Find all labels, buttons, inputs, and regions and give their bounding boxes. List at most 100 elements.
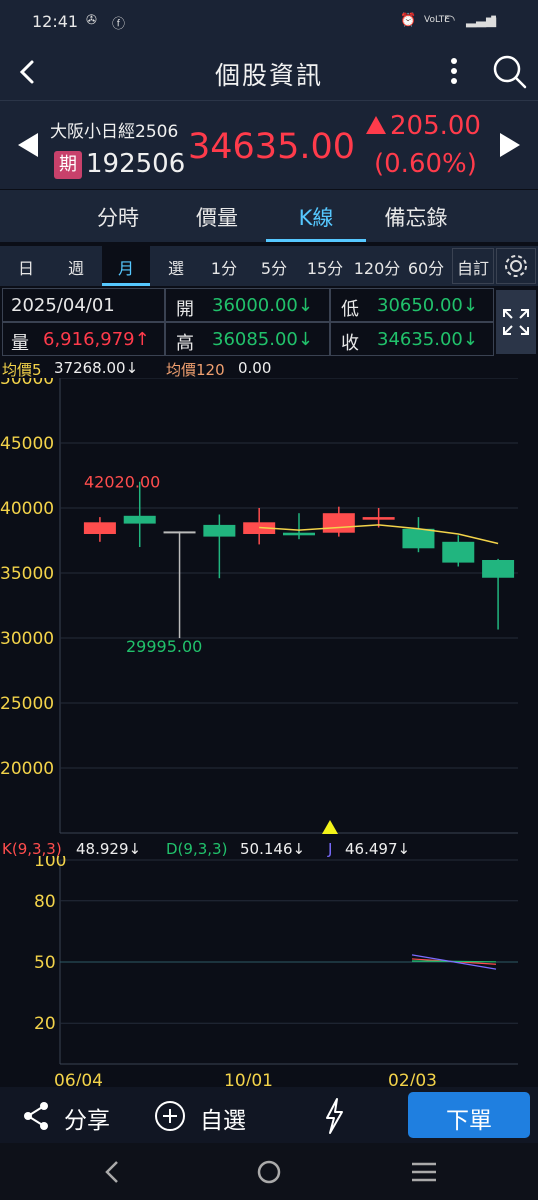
y-tick-label: 50000 xyxy=(0,378,54,389)
open-value: 36000.00↓ xyxy=(212,295,313,316)
period-5min[interactable]: 5分 xyxy=(254,255,294,279)
x-tick-label: 06/04 xyxy=(54,1071,103,1086)
y-tick-label: 80 xyxy=(34,892,56,912)
quote-panel: 大阪小日經2506 期 192506 34635.00 205.00 (0.60… xyxy=(0,101,538,189)
y-tick-label: 20 xyxy=(34,1014,56,1034)
info-open-cell: 開 36000.00↓ xyxy=(165,288,330,322)
app-header: 個股資訊 xyxy=(0,44,538,101)
nav-back-icon[interactable] xyxy=(102,1159,122,1185)
tab-time-share[interactable]: 分時 xyxy=(68,202,168,232)
info-low-cell: 低 30650.00↓ xyxy=(330,288,494,322)
facebook-icon: ⓕ xyxy=(112,17,126,32)
add-circle-icon[interactable] xyxy=(154,1100,186,1132)
close-value: 34635.00↓ xyxy=(377,329,478,350)
bottom-toolbar: 分享 自選 下單 xyxy=(0,1087,538,1143)
price-change-percent: (0.60%) xyxy=(374,149,477,179)
y-tick-label: 100 xyxy=(34,856,66,871)
info-date: 2025/04/01 xyxy=(11,295,115,316)
lightning-icon[interactable] xyxy=(322,1097,346,1135)
candle-body xyxy=(322,513,355,533)
watchlist-button[interactable]: 自選 xyxy=(200,1101,246,1135)
period-60min[interactable]: 60分 xyxy=(404,255,448,279)
period-day[interactable]: 日 xyxy=(8,255,44,279)
ma5-value: 37268.00↓ xyxy=(54,359,139,377)
candle-body xyxy=(123,515,156,524)
alarm-icon: ⏰ xyxy=(400,13,417,28)
y-tick-label: 35000 xyxy=(0,564,54,584)
tab-kline[interactable]: K線 xyxy=(266,202,366,232)
info-volume-cell: 量 6,916,979↑ xyxy=(2,322,165,356)
candle-body xyxy=(362,517,395,520)
y-tick-label: 30000 xyxy=(0,629,54,649)
low-annotation: 29995.00 xyxy=(126,637,202,656)
period-custom[interactable]: 自訂 xyxy=(452,255,494,279)
tab-price-volume[interactable]: 價量 xyxy=(167,202,267,232)
candle-body xyxy=(442,541,475,563)
nav-home-icon[interactable] xyxy=(256,1159,282,1185)
chart-tabs: 分時 價量 K線 備忘錄 xyxy=(0,190,538,242)
volume-value: 6,916,979↑ xyxy=(43,329,150,350)
y-tick-label: 45000 xyxy=(0,434,54,454)
ma120-value: 0.00 xyxy=(238,359,272,377)
status-bar: 12:41 ✇ ⓕ ⏰ VoLTE ◠ ▂▃▅ ▮ xyxy=(0,0,538,44)
kd-chart[interactable]: 100 80 50 20 06/04 10/01 02/03 xyxy=(0,856,538,1086)
y-tick-label: 40000 xyxy=(0,499,54,519)
fullscreen-button[interactable] xyxy=(496,290,536,354)
x-tick-label: 10/01 xyxy=(224,1071,273,1086)
futures-badge: 期 xyxy=(54,151,82,179)
low-label: 低 xyxy=(341,299,359,320)
last-price: 34635.00 xyxy=(188,127,356,167)
tab-memo[interactable]: 備忘錄 xyxy=(366,202,466,232)
stock-name: 大阪小日經2506 xyxy=(50,122,179,142)
status-time: 12:41 xyxy=(32,12,79,31)
candle-body xyxy=(283,532,315,536)
period-15min[interactable]: 15分 xyxy=(302,255,348,279)
period-bar: 日 週 月 選 1分 5分 15分 120分 60分 自訂 xyxy=(0,246,538,286)
kline-chart[interactable]: 50000 45000 40000 35000 30000 25000 20000 42020… xyxy=(0,378,538,838)
period-1min[interactable]: 1分 xyxy=(206,255,242,279)
more-menu-icon[interactable] xyxy=(446,56,462,88)
system-nav-bar xyxy=(0,1143,538,1200)
order-button[interactable]: 下單 xyxy=(408,1092,530,1138)
battery-icon: ▮ xyxy=(490,13,498,28)
price-change: 205.00 xyxy=(390,111,481,141)
candle-body xyxy=(203,524,236,537)
nav-recents-icon[interactable] xyxy=(410,1161,438,1183)
candle-body xyxy=(163,531,196,534)
prev-stock-icon[interactable] xyxy=(16,131,40,159)
ma120-label: 均價120 xyxy=(166,361,225,379)
volume-label: 量 xyxy=(11,333,29,354)
search-icon[interactable] xyxy=(492,54,528,90)
x-tick-label: 02/03 xyxy=(388,1071,437,1086)
share-button[interactable]: 分享 xyxy=(64,1101,110,1135)
close-label: 收 xyxy=(341,333,359,354)
period-active-indicator xyxy=(102,283,150,286)
high-value: 36085.00↓ xyxy=(212,329,313,350)
cursor-marker xyxy=(322,820,338,834)
gear-icon[interactable] xyxy=(502,252,530,280)
period-120min[interactable]: 120分 xyxy=(350,255,404,279)
open-label: 開 xyxy=(176,299,194,320)
app-notification-icon: ✇ xyxy=(86,13,97,28)
info-high-cell: 高 36085.00↓ xyxy=(165,322,330,356)
order-label: 下單 xyxy=(446,1108,492,1134)
candle-body xyxy=(482,560,515,578)
wifi-icon: ◠ xyxy=(444,13,456,28)
candle-body xyxy=(83,522,116,534)
info-date-cell: 2025/04/01 xyxy=(2,288,165,322)
next-stock-icon[interactable] xyxy=(498,131,522,159)
up-triangle-icon xyxy=(366,116,386,134)
y-tick-label: 25000 xyxy=(0,694,54,714)
high-label: 高 xyxy=(176,333,194,354)
stock-code: 192506 xyxy=(86,149,186,179)
expand-icon xyxy=(503,309,529,335)
low-value: 30650.00↓ xyxy=(377,295,478,316)
tab-active-indicator xyxy=(266,239,366,242)
candle-body xyxy=(402,528,435,549)
period-month[interactable]: 月 xyxy=(108,255,144,279)
share-icon[interactable] xyxy=(22,1101,52,1131)
period-select[interactable]: 選 xyxy=(158,255,194,279)
period-week[interactable]: 週 xyxy=(58,255,94,279)
high-annotation: 42020.00 xyxy=(84,473,160,492)
y-tick-label: 50 xyxy=(34,953,56,973)
